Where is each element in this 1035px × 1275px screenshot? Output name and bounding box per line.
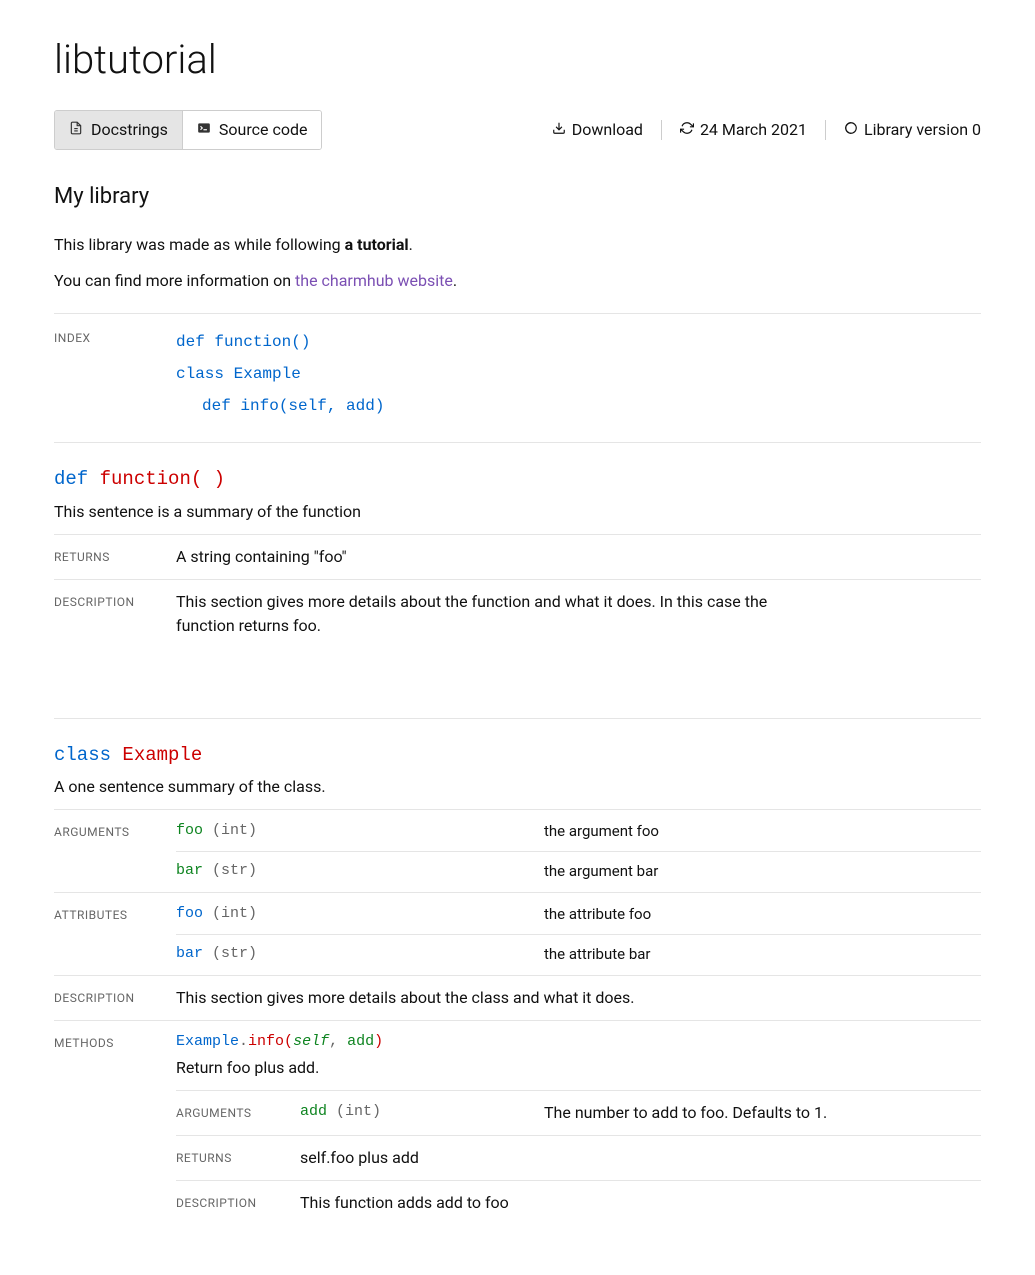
file-icon (69, 118, 83, 142)
index-link-function[interactable]: def function() (176, 326, 981, 358)
method-description-row: DESCRIPTION This function adds add to fo… (176, 1180, 981, 1225)
function-name: function( ) (100, 468, 225, 490)
index-section: INDEX def function() class Example def i… (54, 313, 981, 422)
arg-bar-row: bar (str) the argument bar (176, 852, 981, 883)
function-description-row: DESCRIPTION This section gives more deta… (54, 579, 981, 648)
download-label: Download (572, 118, 643, 142)
more-suffix: . (453, 271, 457, 290)
version-icon (844, 118, 858, 142)
tab-group: Docstrings Source code (54, 110, 322, 150)
arg-bar-desc: the argument bar (544, 860, 981, 883)
attributes-label: ATTRIBUTES (54, 903, 176, 965)
attr-foo-type: (int) (212, 905, 257, 922)
download-link[interactable]: Download (552, 118, 643, 142)
class-summary: A one sentence summary of the class. (54, 775, 981, 799)
tab-source-code-label: Source code (219, 118, 308, 142)
class-keyword: class (54, 744, 111, 766)
library-subtitle: My library (54, 180, 981, 213)
description-label: DESCRIPTION (54, 986, 176, 1010)
page-title: libtutorial (54, 30, 981, 90)
arg-bar-type: (str) (212, 862, 257, 879)
attr-bar-desc: the attribute bar (544, 943, 981, 966)
function-summary: This sentence is a summary of the functi… (54, 500, 981, 524)
arg-foo-type: (int) (212, 822, 257, 839)
class-name: Example (122, 744, 202, 766)
version-display: Library version 0 (844, 118, 981, 142)
arg-foo-desc: the argument foo (544, 820, 981, 843)
tab-docstrings-label: Docstrings (91, 118, 168, 142)
intro-suffix: . (409, 235, 413, 254)
attr-bar-row: bar (str) the attribute bar (176, 935, 981, 966)
method-summary: Return foo plus add. (176, 1056, 981, 1080)
meta-group: Download 24 March 2021 Library version 0 (552, 118, 981, 142)
intro-link-text: a tutorial (345, 235, 409, 254)
arguments-label: ARGUMENTS (176, 1101, 300, 1125)
description-label: DESCRIPTION (176, 1191, 300, 1215)
function-returns-value: A string containing "foo" (176, 545, 981, 569)
method-arg-name: add (300, 1103, 327, 1120)
returns-label: RETURNS (54, 545, 176, 569)
terminal-icon (197, 118, 211, 142)
index-label: INDEX (54, 326, 176, 422)
arg-foo-row: foo (int) the argument foo (176, 820, 981, 852)
method-signature: Example.info(self, add) (176, 1031, 981, 1054)
index-list: def function() class Example def info(se… (176, 326, 981, 422)
index-link-example[interactable]: class Example (176, 358, 981, 390)
function-returns-row: RETURNS A string containing "foo" (54, 534, 981, 579)
class-attributes-row: ATTRIBUTES foo (int) the attribute foo b… (54, 892, 981, 975)
class-heading: class Example (54, 741, 981, 770)
more-prefix: You can find more information on (54, 271, 295, 290)
meta-separator (661, 120, 662, 140)
class-arguments-row: ARGUMENTS foo (int) the argument foo bar… (54, 809, 981, 892)
function-heading: def function( ) (54, 465, 981, 494)
method-returns-row: RETURNS self.foo plus add (176, 1135, 981, 1180)
class-methods-row: METHODS Example.info(self, add) Return f… (54, 1020, 981, 1235)
date-display: 24 March 2021 (680, 118, 807, 142)
index-link-info[interactable]: def info(self, add) (176, 390, 981, 422)
methods-label: METHODS (54, 1031, 176, 1225)
class-description-row: DESCRIPTION This section gives more deta… (54, 975, 981, 1020)
topbar: Docstrings Source code Download 24 March… (54, 110, 981, 150)
arguments-label: ARGUMENTS (54, 820, 176, 882)
method-arg-desc: The number to add to foo. Defaults to 1. (544, 1101, 981, 1125)
attr-foo-desc: the attribute foo (544, 903, 981, 926)
class-section: class Example A one sentence summary of … (54, 718, 981, 1235)
meta-separator (825, 120, 826, 140)
def-keyword: def (54, 468, 88, 490)
method-class-name: Example (176, 1033, 239, 1050)
class-description-value: This section gives more details about th… (176, 986, 981, 1010)
method-returns-value: self.foo plus add (300, 1146, 981, 1170)
intro-text: This library was made as while following (54, 235, 345, 254)
attr-foo-row: foo (int) the attribute foo (176, 903, 981, 935)
version-label: Library version 0 (864, 118, 981, 142)
function-description-value: This section gives more details about th… (176, 590, 796, 638)
method-arg-inline: add (347, 1033, 374, 1050)
method-arguments-row: ARGUMENTS add (int) The number to add to… (176, 1090, 981, 1135)
arg-foo-name: foo (176, 822, 203, 839)
arg-bar-name: bar (176, 862, 203, 879)
refresh-icon (680, 118, 694, 142)
more-info-paragraph: You can find more information on the cha… (54, 269, 981, 293)
attr-foo-name: foo (176, 905, 203, 922)
returns-label: RETURNS (176, 1146, 300, 1170)
intro-paragraph: This library was made as while following… (54, 233, 981, 257)
method-arg-type: (int) (336, 1103, 381, 1120)
tab-docstrings[interactable]: Docstrings (55, 111, 182, 149)
description-label: DESCRIPTION (54, 590, 176, 638)
attr-bar-type: (str) (212, 945, 257, 962)
date-label: 24 March 2021 (700, 118, 807, 142)
method-info: Example.info(self, add) Return foo plus … (176, 1031, 981, 1080)
function-section: def function( ) This sentence is a summa… (54, 442, 981, 648)
tab-source-code[interactable]: Source code (182, 111, 322, 149)
attr-bar-name: bar (176, 945, 203, 962)
method-name: info (248, 1033, 284, 1050)
download-icon (552, 118, 566, 142)
charmhub-link[interactable]: the charmhub website (295, 271, 453, 290)
method-description-value: This function adds add to foo (300, 1191, 981, 1215)
